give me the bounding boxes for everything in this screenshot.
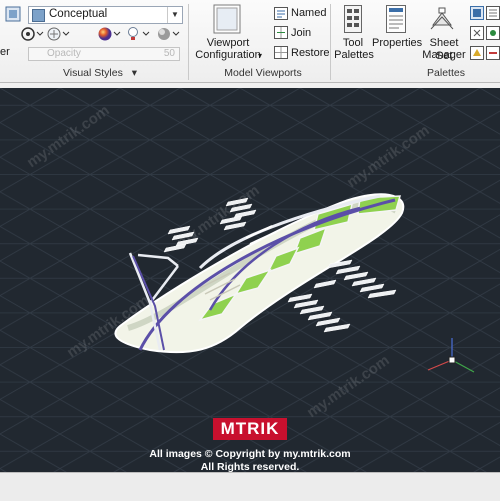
cut-off-label: er <box>0 46 10 58</box>
drawing-viewport[interactable]: my.mtrik.com my.mtrik.com my.mtrik.com m… <box>0 88 500 472</box>
panel-label-model-viewports: Model Viewports <box>224 67 302 79</box>
tool-palettes-icon[interactable] <box>344 5 362 33</box>
material-ball-icon[interactable] <box>97 26 121 42</box>
chevron-down-icon[interactable]: ▼ <box>167 7 182 23</box>
join-icon[interactable] <box>274 26 288 39</box>
ribbon: er Conceptual ▼ Opacity 50 Visual Styles… <box>0 0 500 83</box>
panel-label-palettes: Palettes <box>427 67 465 79</box>
shadow-icon[interactable] <box>156 26 180 42</box>
properties-icon[interactable] <box>386 5 406 33</box>
sheet-set-icon[interactable] <box>430 5 454 33</box>
palette-small-icon[interactable] <box>486 46 500 60</box>
join-button[interactable]: Join <box>291 27 311 40</box>
dropdown-arrow-icon[interactable]: ▾ <box>258 49 262 62</box>
opacity-slider[interactable]: Opacity 50 <box>28 47 180 61</box>
palette-small-icon[interactable] <box>486 6 500 20</box>
panel-expand-icon[interactable]: ▾ <box>132 67 137 79</box>
status-strip <box>0 472 500 501</box>
visual-style-icon[interactable] <box>4 5 22 23</box>
named-views-icon[interactable] <box>274 7 288 20</box>
circle-icon[interactable] <box>46 26 70 42</box>
restore-icon[interactable] <box>274 46 288 59</box>
palette-small-icon[interactable] <box>470 6 484 20</box>
panel-label-visual-styles[interactable]: Visual Styles ▾ <box>40 66 160 80</box>
panel-divider <box>188 4 189 80</box>
palette-small-icon[interactable] <box>486 26 500 40</box>
mtrik-logo: MTRIK <box>213 418 287 440</box>
viewport-config-button-line2[interactable]: Configuration <box>190 49 266 62</box>
visual-style-dropdown[interactable]: Conceptual ▼ <box>28 6 183 24</box>
panel-divider <box>330 4 331 80</box>
model-canvas[interactable] <box>0 88 500 472</box>
visual-style-value: Conceptual <box>49 8 108 20</box>
palette-small-icon[interactable] <box>470 26 484 40</box>
opacity-label: Opacity <box>47 48 81 59</box>
sheet-set-button-line2[interactable]: Manager <box>422 49 466 62</box>
light-icon[interactable] <box>126 26 150 42</box>
viewport-config-icon[interactable] <box>213 4 241 34</box>
opacity-value: 50 <box>163 48 175 59</box>
copyright-line: All images © Copyright by my.mtrik.com <box>149 448 351 460</box>
tool-palettes-button-line2[interactable]: Palettes <box>333 49 375 62</box>
restore-button[interactable]: Restore <box>291 47 330 60</box>
style-swatch-icon <box>32 9 45 22</box>
properties-button[interactable]: Properties <box>372 37 422 50</box>
palette-small-icon[interactable] <box>470 46 484 60</box>
circle-icon[interactable] <box>20 26 44 42</box>
named-button[interactable]: Named <box>291 7 326 20</box>
